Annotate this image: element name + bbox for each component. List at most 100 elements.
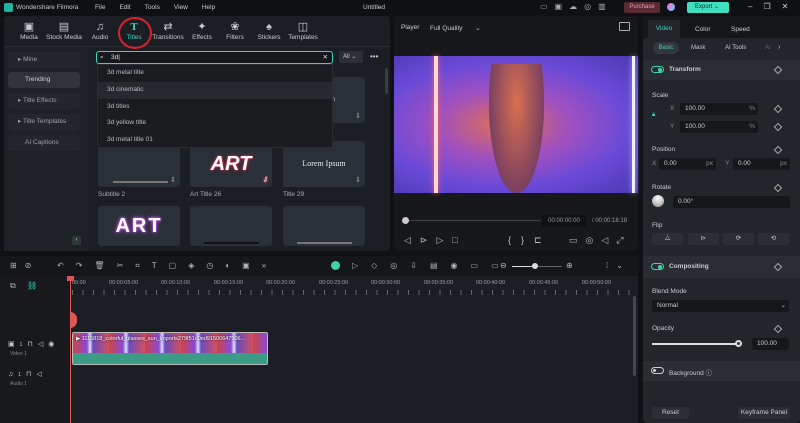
- suggestion-item[interactable]: 3d cinematic: [98, 81, 332, 99]
- help-icon[interactable]: ⓘ: [706, 370, 713, 377]
- zoom-in-icon[interactable]: ⊕: [566, 261, 573, 270]
- time-separator: /: [592, 218, 594, 224]
- quality-dropdown[interactable]: Full Quality ⌄: [430, 24, 481, 32]
- more-options-icon[interactable]: ⁞⌄: [606, 261, 631, 270]
- sidebar-item-mine[interactable]: ▸ Mine: [8, 52, 80, 68]
- sidebar-item-title-templates[interactable]: ▸ Title Templates: [8, 114, 80, 130]
- edit-tools-icons[interactable]: ↶↷🗑︎✂⌗T▢◈◷◐▣»: [57, 261, 278, 271]
- rotate-dial[interactable]: [652, 195, 664, 207]
- download-icon[interactable]: ⇩: [355, 112, 361, 120]
- tab-label: Media: [20, 34, 38, 41]
- opacity-input[interactable]: 100.00: [752, 338, 789, 350]
- sidebar-item-title-effects[interactable]: ▸ Title Effects: [8, 93, 80, 109]
- layout-tools-icons[interactable]: ⊞⊘: [10, 261, 39, 270]
- tab-speed[interactable]: Speed: [731, 26, 750, 33]
- opacity-handle[interactable]: [735, 340, 742, 347]
- flip-horizontal-button[interactable]: ⊳: [688, 233, 719, 245]
- menu-view[interactable]: View: [174, 4, 188, 11]
- tab-video[interactable]: Video: [648, 20, 680, 38]
- search-input[interactable]: ⌕ 3d| ✕: [96, 51, 333, 64]
- current-time[interactable]: 00:00:00:00: [542, 215, 586, 227]
- neon-light: [434, 56, 438, 193]
- tab-media[interactable]: ▣ Media: [9, 20, 49, 41]
- tab-color[interactable]: Color: [695, 26, 711, 33]
- position-x-input[interactable]: 0.00 px: [659, 158, 716, 170]
- video-clip[interactable]: ▶ 1115818_colorful_glasses_sun_imports27…: [72, 332, 268, 365]
- snapshot-view-icon[interactable]: [619, 22, 630, 31]
- chevron-right-icon[interactable]: ›: [778, 44, 780, 51]
- playhead-handle[interactable]: [67, 276, 74, 281]
- opacity-slider[interactable]: [652, 343, 739, 345]
- timeline-scrollbar[interactable]: [633, 296, 636, 376]
- lock-icon[interactable]: 🔒︎: [652, 112, 655, 119]
- menu-edit[interactable]: Edit: [119, 4, 130, 11]
- thumbnail[interactable]: [283, 206, 365, 246]
- templates-icon: ◫: [297, 21, 309, 33]
- track-tools-icons[interactable]: ▷◇◎⇩▤◉▭▭: [352, 261, 512, 270]
- subtab-mask[interactable]: Mask: [691, 45, 705, 51]
- scale-x-input[interactable]: 100.00%: [680, 103, 758, 115]
- zoom-out-icon[interactable]: ⊖: [500, 261, 507, 270]
- mark-controls[interactable]: {}⊏: [508, 235, 552, 246]
- scale-y-input[interactable]: 100.00%: [680, 121, 758, 133]
- ai-icon[interactable]: [331, 261, 340, 270]
- duration: / 00:00:18:18: [592, 218, 627, 224]
- export-button[interactable]: Export ⌄: [687, 2, 729, 13]
- thumb-text: ART: [210, 153, 252, 175]
- download-icon[interactable]: ⇩: [170, 176, 176, 184]
- subtab-ai-tools[interactable]: AI Tools: [725, 45, 746, 51]
- filter-dropdown[interactable]: All ⌄: [339, 51, 363, 63]
- menu-file[interactable]: File: [95, 4, 105, 11]
- rotate-input[interactable]: 0.00°: [673, 196, 790, 208]
- suggestion-item[interactable]: 3d yellow title: [98, 115, 332, 132]
- player-label: Player: [401, 24, 420, 31]
- video-track-controls[interactable]: ▣1⊓◁◉: [8, 340, 59, 348]
- titlebar-icons[interactable]: ▭▣☁◎▥: [540, 2, 613, 11]
- menu-help[interactable]: Help: [202, 4, 215, 11]
- blend-mode-select[interactable]: Normal ⌄: [652, 300, 789, 312]
- playback-scrubber[interactable]: [404, 220, 540, 221]
- link-icon[interactable]: ⛓︎: [27, 281, 37, 290]
- position-y-input[interactable]: 0.00 px: [733, 158, 790, 170]
- more-icon[interactable]: •••: [370, 52, 378, 61]
- keyframe-panel-button[interactable]: Keyframe Panel: [738, 407, 790, 419]
- reset-button[interactable]: Reset: [652, 407, 689, 419]
- compositing-toggle[interactable]: [651, 263, 664, 270]
- subtab-basic[interactable]: Basic: [653, 42, 679, 54]
- tab-templates[interactable]: ◫ Templates: [283, 20, 323, 41]
- add-track-icon[interactable]: ⧉: [10, 281, 16, 291]
- avatar[interactable]: [667, 3, 675, 11]
- scrollbar[interactable]: [385, 68, 388, 94]
- transform-heading: Transform: [669, 66, 701, 73]
- suggestion-item[interactable]: 3d titles: [98, 99, 332, 116]
- download-icon[interactable]: ⇩: [355, 176, 361, 184]
- flip-vertical-button[interactable]: ⧊: [652, 233, 683, 245]
- background-toggle[interactable]: [651, 367, 664, 374]
- purchase-button[interactable]: Purchase: [624, 2, 660, 13]
- transform-toggle[interactable]: [651, 66, 664, 73]
- tab-stock-media[interactable]: ▤ Stock Media: [44, 20, 84, 41]
- suggestion-item[interactable]: 3d metal title: [98, 65, 332, 82]
- track-number: 1: [19, 342, 28, 348]
- audio-track-controls[interactable]: ♫1⊓◁: [8, 370, 47, 378]
- clear-search-icon[interactable]: ✕: [323, 52, 328, 63]
- menu-tools[interactable]: Tools: [145, 4, 160, 11]
- player-tools[interactable]: ▭◎◁⤢: [569, 235, 631, 246]
- ruler-tick: 00:00: [72, 280, 86, 286]
- rotate-left-button[interactable]: ⟲: [758, 233, 789, 245]
- zoom-handle[interactable]: [532, 263, 538, 269]
- window-controls[interactable]: –❐✕: [748, 2, 799, 11]
- total-time: 00:00:18:18: [595, 218, 628, 224]
- collapse-sidebar-button[interactable]: ‹: [72, 236, 81, 245]
- rotate-right-button[interactable]: ⟳: [723, 233, 754, 245]
- thumbnail-art-neon[interactable]: ART: [98, 206, 180, 246]
- suggestion-item[interactable]: 3d metal title 01: [98, 132, 332, 149]
- sidebar-item-ai-captions[interactable]: AI Captions: [8, 135, 80, 151]
- playhead[interactable]: [70, 278, 71, 423]
- subtab-more[interactable]: Ai: [765, 45, 770, 51]
- thumbnail[interactable]: [190, 206, 272, 246]
- playback-controls[interactable]: ◁⊳▷□: [404, 235, 467, 246]
- scrubber-handle[interactable]: [402, 217, 409, 224]
- sidebar-item-trending[interactable]: Trending: [8, 72, 80, 88]
- download-icon[interactable]: ⇩: [262, 176, 268, 184]
